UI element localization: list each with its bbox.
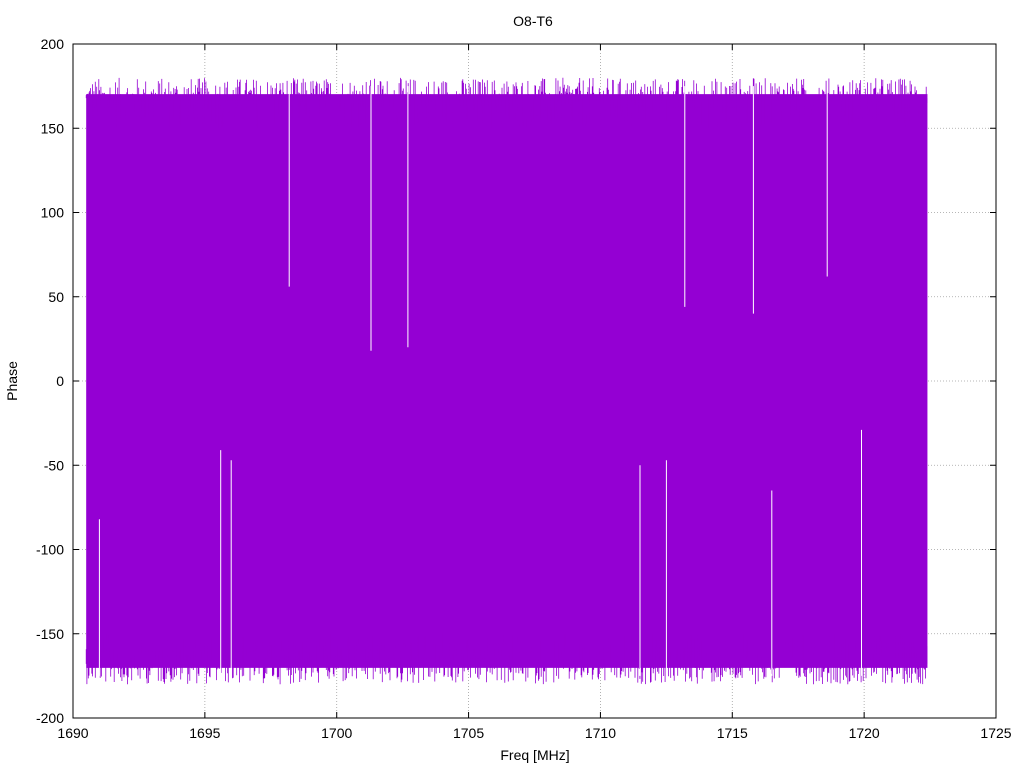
y-tick-label: -50 bbox=[44, 457, 64, 473]
x-tick-label: 1715 bbox=[717, 725, 748, 741]
y-tick-label: 50 bbox=[48, 289, 64, 305]
y-tick-label: 100 bbox=[41, 205, 65, 221]
x-axis-label: Freq [MHz] bbox=[500, 747, 569, 763]
y-axis-label: Phase bbox=[4, 361, 20, 401]
x-tick-label: 1700 bbox=[321, 725, 352, 741]
x-tick-label: 1690 bbox=[57, 725, 88, 741]
series-fill bbox=[86, 94, 928, 668]
x-tick-label: 1720 bbox=[849, 725, 880, 741]
y-tick-label: -150 bbox=[36, 626, 64, 642]
phase-chart: 1690 1695 1700 1705 1710 1715 1720 1725 200 150 1… bbox=[4, 13, 1012, 763]
y-tick-label: 200 bbox=[41, 36, 65, 52]
y-tick-label: 150 bbox=[41, 120, 65, 136]
x-tick-label: 1705 bbox=[453, 725, 484, 741]
y-tick-label: -200 bbox=[36, 710, 64, 726]
y-tick-label: 0 bbox=[56, 373, 64, 389]
series-phase bbox=[85, 77, 928, 685]
x-tick-label: 1725 bbox=[980, 725, 1011, 741]
x-tick-label: 1695 bbox=[189, 725, 220, 741]
chart-title: O8-T6 bbox=[513, 13, 553, 29]
x-tick-label: 1710 bbox=[585, 725, 616, 741]
y-tick-label: -100 bbox=[36, 542, 64, 558]
